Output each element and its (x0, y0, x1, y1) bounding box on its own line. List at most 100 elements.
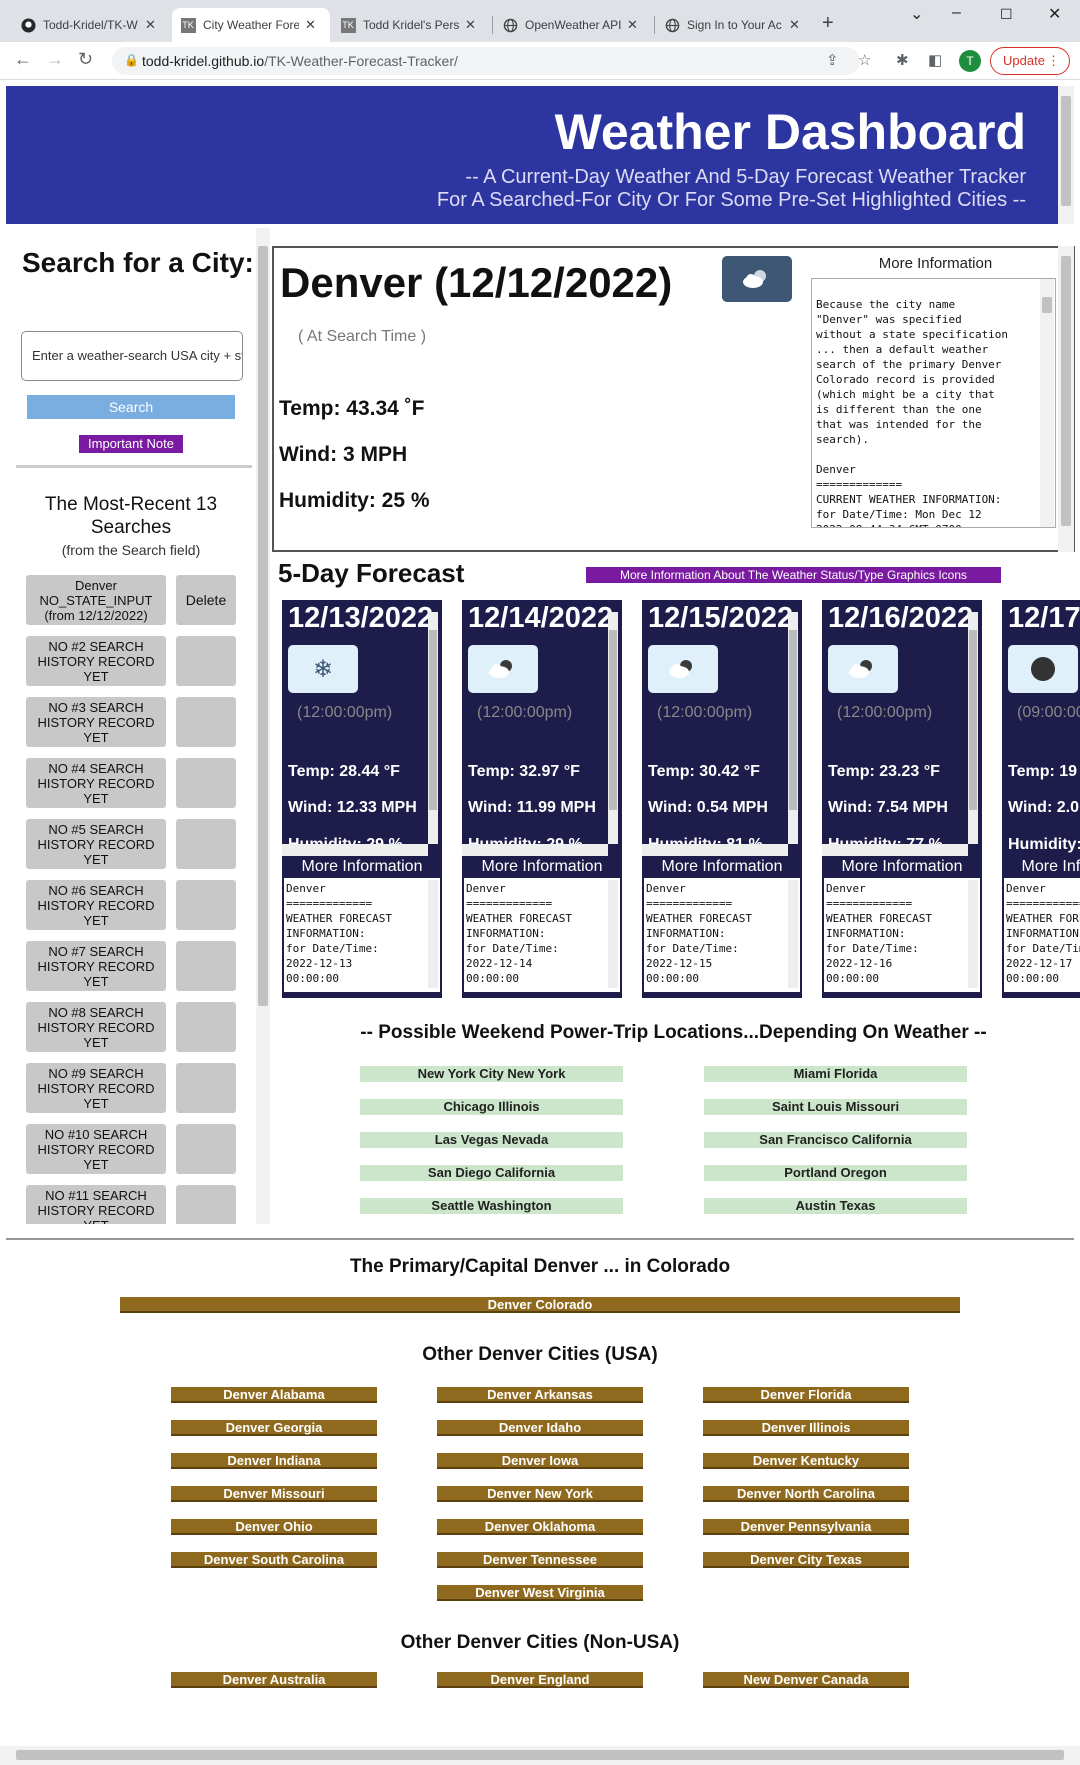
more-info-scrollbar[interactable] (1040, 279, 1054, 527)
info-scrollbar[interactable] (788, 880, 798, 988)
icons-info-button[interactable]: More Information About The Weather Statu… (586, 567, 1001, 583)
denver-city-button[interactable]: Denver Idaho (437, 1420, 643, 1436)
info-scrollbar[interactable] (428, 880, 438, 988)
denver-intl-button[interactable]: New Denver Canada (703, 1672, 909, 1688)
close-icon[interactable]: ✕ (465, 17, 476, 33)
denver-city-button[interactable]: Denver Ohio (171, 1519, 377, 1535)
delete-button[interactable] (176, 636, 236, 686)
reload-icon[interactable]: ↻ (78, 49, 93, 70)
card-scrollbar[interactable] (428, 612, 438, 844)
search-input[interactable]: Enter a weather-search USA city + state (21, 331, 243, 381)
weekend-city-button[interactable]: Miami Florida (704, 1066, 967, 1082)
tab-search-icon[interactable]: ⌄ (910, 4, 923, 24)
denver-city-button[interactable]: Denver New York (437, 1486, 643, 1502)
forecast-info-textbox[interactable]: Denver ============= WEATHER FORECAST IN… (824, 878, 980, 992)
sidepanel-icon[interactable]: ◧ (928, 51, 942, 69)
tab-city-weather[interactable]: TK City Weather Fore ✕ (172, 8, 330, 42)
history-search-button[interactable]: NO #8 SEARCH HISTORY RECORD YET (26, 1002, 166, 1052)
search-button[interactable]: Search (27, 395, 235, 419)
tab-github[interactable]: Todd-Kridel/TK-W ✕ (12, 8, 170, 42)
more-info-textbox[interactable]: Because the city name "Denver" was speci… (811, 278, 1056, 528)
forecast-card-body[interactable]: 12/14/2022 (12:00:00pm) Temp: 32.97 °F Wind… (462, 600, 622, 856)
card-horizontal-scrollbar[interactable] (462, 844, 608, 856)
minimize-icon[interactable]: – (952, 4, 961, 22)
forecast-info-textbox[interactable]: Denver ============= WEATHER FORECAST IN… (284, 878, 440, 992)
denver-city-button[interactable]: Denver Florida (703, 1387, 909, 1403)
delete-button[interactable] (176, 1124, 236, 1174)
forecast-card-body[interactable]: 12/13/2022 ❄ (12:00:00pm) Temp: 28.44 °F Win… (282, 600, 442, 856)
denver-intl-button[interactable]: Denver England (437, 1672, 643, 1688)
denver-city-button[interactable]: Denver City Texas (703, 1552, 909, 1568)
update-button[interactable]: Update ⋮ (990, 47, 1070, 75)
close-icon[interactable]: ✕ (627, 17, 638, 33)
weekend-city-button[interactable]: Portland Oregon (704, 1165, 967, 1181)
delete-button[interactable] (176, 941, 236, 991)
denver-city-button[interactable]: Denver Missouri (171, 1486, 377, 1502)
forecast-card-body[interactable]: 12/16/2022 (12:00:00pm) Temp: 23.23 °F Wind… (822, 600, 982, 856)
sidebar-scrollbar[interactable] (256, 228, 270, 1224)
weekend-city-button[interactable]: Seattle Washington (360, 1198, 623, 1214)
denver-city-button[interactable]: Denver Oklahoma (437, 1519, 643, 1535)
history-search-button[interactable]: NO #11 SEARCH HISTORY RECORD YET (26, 1185, 166, 1224)
forecast-card-body[interactable]: 12/15/2022 (12:00:00pm) Temp: 30.42 °F Wind… (642, 600, 802, 856)
denver-city-button[interactable]: Denver Alabama (171, 1387, 377, 1403)
important-note-button[interactable]: Important Note (79, 435, 183, 453)
denver-city-button[interactable]: Denver Kentucky (703, 1453, 909, 1469)
delete-button[interactable] (176, 1185, 236, 1224)
forecast-info-textbox[interactable]: Denver ============= WEATHER FORECAST IN… (464, 878, 620, 992)
weekend-city-button[interactable]: San Diego California (360, 1165, 623, 1181)
page-horizontal-scrollbar[interactable] (0, 1746, 1080, 1765)
tab-sign-in[interactable]: Sign In to Your Ac ✕ (656, 8, 814, 42)
new-tab-icon[interactable]: + (822, 12, 834, 35)
delete-button[interactable] (176, 1063, 236, 1113)
window-close-icon[interactable]: ✕ (1048, 4, 1061, 24)
denver-city-button[interactable]: Denver Iowa (437, 1453, 643, 1469)
forecast-card-body[interactable]: 12/17/2022 (09:00:00am) Temp: 19 Wind: 2.0 H… (1002, 600, 1080, 856)
delete-button[interactable] (176, 1002, 236, 1052)
share-icon[interactable]: ⇪ (826, 51, 839, 69)
denver-colorado-button[interactable]: Denver Colorado (120, 1297, 960, 1313)
weekend-city-button[interactable]: New York City New York (360, 1066, 623, 1082)
weekend-city-button[interactable]: Las Vegas Nevada (360, 1132, 623, 1148)
history-search-button[interactable]: NO #4 SEARCH HISTORY RECORD YET (26, 758, 166, 808)
history-search-button[interactable]: NO #7 SEARCH HISTORY RECORD YET (26, 941, 166, 991)
card-scrollbar[interactable] (788, 612, 798, 844)
history-search-button[interactable]: NO #6 SEARCH HISTORY RECORD YET (26, 880, 166, 930)
denver-city-button[interactable]: Denver West Virginia (437, 1585, 643, 1601)
tab-openweather[interactable]: OpenWeather API ✕ (494, 8, 652, 42)
forecast-info-textbox[interactable]: Denver ============= WEATHER FORECAST IN… (1004, 878, 1080, 992)
denver-city-button[interactable]: Denver Georgia (171, 1420, 377, 1436)
address-bar[interactable]: 🔒 todd-kridel.github.io/TK-Weather-Forec… (112, 47, 860, 75)
denver-city-button[interactable]: Denver South Carolina (171, 1552, 377, 1568)
card-horizontal-scrollbar[interactable] (642, 844, 788, 856)
delete-button[interactable] (176, 758, 236, 808)
extensions-icon[interactable]: ✱ (896, 51, 909, 69)
forecast-info-textbox[interactable]: Denver ============= WEATHER FORECAST IN… (644, 878, 800, 992)
maximize-icon[interactable]: ☐ (1000, 6, 1013, 23)
denver-city-button[interactable]: Denver Tennessee (437, 1552, 643, 1568)
current-panel-scrollbar[interactable] (1058, 246, 1074, 552)
history-search-button[interactable]: NO #9 SEARCH HISTORY RECORD YET (26, 1063, 166, 1113)
denver-intl-button[interactable]: Denver Australia (171, 1672, 377, 1688)
info-scrollbar[interactable] (608, 880, 618, 988)
close-icon[interactable]: ✕ (305, 17, 316, 33)
info-scrollbar[interactable] (968, 880, 978, 988)
card-horizontal-scrollbar[interactable] (822, 844, 968, 856)
delete-button[interactable] (176, 697, 236, 747)
star-icon[interactable]: ☆ (858, 51, 871, 69)
weekend-city-button[interactable]: Chicago Illinois (360, 1099, 623, 1115)
delete-button[interactable]: Delete (176, 575, 236, 625)
weekend-city-button[interactable]: Saint Louis Missouri (704, 1099, 967, 1115)
denver-city-button[interactable]: Denver North Carolina (703, 1486, 909, 1502)
card-scrollbar[interactable] (968, 612, 978, 844)
history-search-button[interactable]: NO #2 SEARCH HISTORY RECORD YET (26, 636, 166, 686)
denver-city-button[interactable]: Denver Illinois (703, 1420, 909, 1436)
denver-city-button[interactable]: Denver Arkansas (437, 1387, 643, 1403)
avatar[interactable]: T (959, 50, 981, 72)
close-icon[interactable]: ✕ (789, 17, 800, 33)
history-search-button[interactable]: NO #3 SEARCH HISTORY RECORD YET (26, 697, 166, 747)
card-scrollbar[interactable] (608, 612, 618, 844)
tab-todd-kridel[interactable]: TK Todd Kridel's Pers ✕ (332, 8, 490, 42)
denver-city-button[interactable]: Denver Indiana (171, 1453, 377, 1469)
close-icon[interactable]: ✕ (145, 17, 156, 33)
